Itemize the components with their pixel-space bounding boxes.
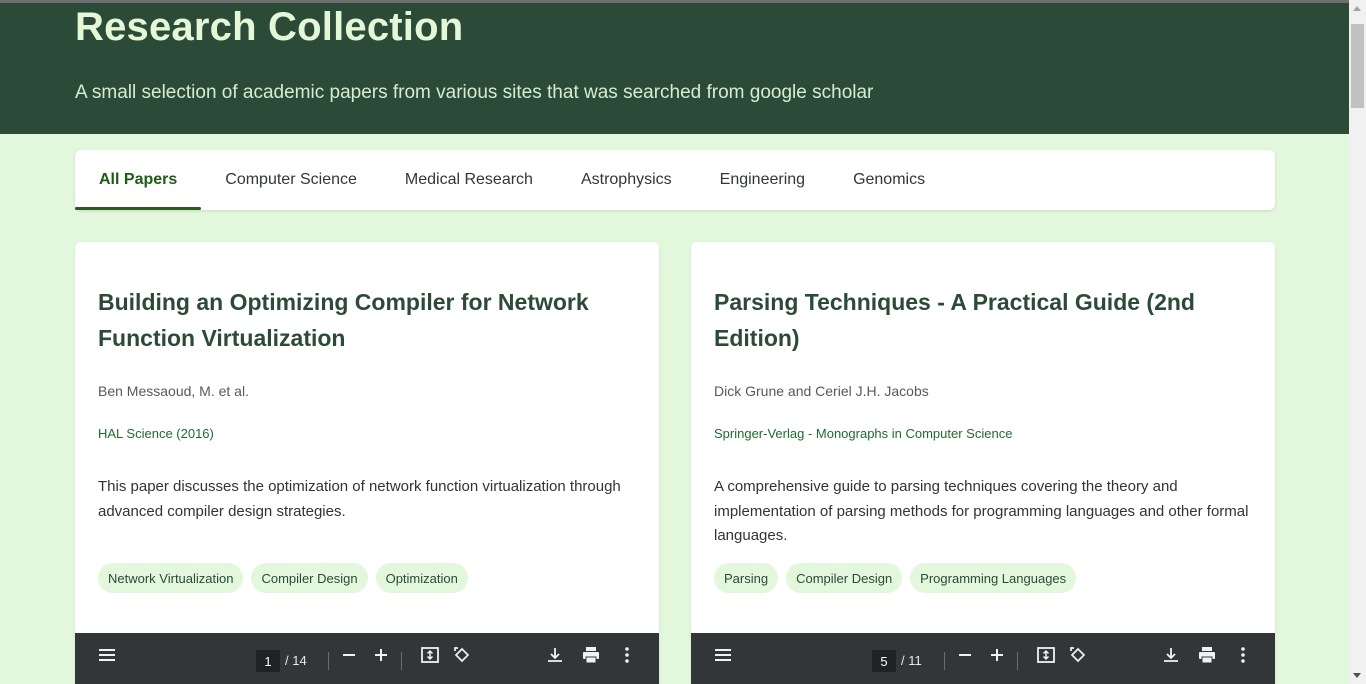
tab-astrophysics[interactable]: Astrophysics [557, 150, 696, 210]
menu-icon[interactable] [96, 644, 118, 666]
print-icon[interactable] [1196, 644, 1218, 666]
tab-engineering[interactable]: Engineering [696, 150, 829, 210]
toolbar-divider [328, 652, 329, 670]
page-title: Research Collection [75, 5, 464, 49]
paper-abstract: This paper discusses the optimization of… [98, 478, 621, 520]
paper-source: Springer-Verlag - Monographs in Computer… [714, 426, 1013, 441]
zoom-out-icon[interactable] [954, 644, 976, 666]
paper-card: Parsing Techniques - A Practical Guide (… [691, 242, 1275, 684]
page-number-input[interactable]: 1 [256, 650, 280, 672]
pdf-viewer-toolbar: 5 / 11 [691, 633, 1275, 684]
tag[interactable]: Optimization [375, 563, 468, 593]
tab-genomics[interactable]: Genomics [829, 150, 949, 210]
scrollbar-thumb[interactable] [1351, 24, 1364, 108]
paper-tags: Parsing Compiler Design Programming Lang… [714, 563, 1077, 593]
toolbar-divider [944, 652, 945, 670]
tab-computer-science[interactable]: Computer Science [201, 150, 381, 210]
zoom-in-icon[interactable] [986, 644, 1008, 666]
page-number-input[interactable]: 5 [872, 650, 896, 672]
paper-card: Building an Optimizing Compiler for Netw… [75, 242, 659, 684]
paper-authors: Dick Grune and Ceriel J.H. Jacobs [714, 383, 929, 399]
rotate-icon[interactable] [451, 644, 473, 666]
fit-page-icon[interactable] [419, 644, 441, 666]
print-icon[interactable] [580, 644, 602, 666]
more-icon[interactable] [616, 644, 638, 666]
rotate-icon[interactable] [1067, 644, 1089, 666]
fit-page-icon[interactable] [1035, 644, 1057, 666]
tab-medical-research[interactable]: Medical Research [381, 150, 557, 210]
page-scrollbar[interactable] [1349, 0, 1366, 684]
paper-title[interactable]: Parsing Techniques - A Practical Guide (… [714, 284, 1254, 356]
page-total: / 11 [901, 653, 922, 668]
tag[interactable]: Parsing [714, 563, 779, 593]
page-total: / 14 [285, 653, 307, 668]
pdf-viewer-toolbar: 1 / 14 [75, 633, 659, 684]
tab-all-papers[interactable]: All Papers [75, 150, 202, 210]
toolbar-divider [401, 652, 402, 670]
paper-abstract: A comprehensive guide to parsing techniq… [714, 478, 1249, 544]
menu-icon[interactable] [712, 644, 734, 666]
paper-authors: Ben Messaoud, M. et al. [98, 383, 249, 399]
scroll-up-arrow-icon[interactable] [1353, 6, 1361, 11]
paper-title[interactable]: Building an Optimizing Compiler for Netw… [98, 284, 638, 356]
tag[interactable]: Compiler Design [786, 563, 903, 593]
tag[interactable]: Compiler Design [251, 563, 368, 593]
page-header: Research Collection A small selection of… [0, 3, 1349, 134]
tag[interactable]: Programming Languages [910, 563, 1077, 593]
page-subtitle: A small selection of academic papers fro… [75, 82, 874, 103]
category-tabs: All Papers Computer Science Medical Rese… [75, 150, 1275, 210]
zoom-out-icon[interactable] [338, 644, 360, 666]
paper-source: HAL Science (2016) [98, 426, 214, 441]
zoom-in-icon[interactable] [370, 644, 392, 666]
toolbar-divider [1017, 652, 1018, 670]
download-icon[interactable] [544, 644, 566, 666]
more-icon[interactable] [1232, 644, 1254, 666]
tag[interactable]: Network Virtualization [98, 563, 244, 593]
download-icon[interactable] [1160, 644, 1182, 666]
scroll-down-arrow-icon[interactable] [1353, 673, 1361, 678]
paper-tags: Network Virtualization Compiler Design O… [98, 563, 468, 593]
